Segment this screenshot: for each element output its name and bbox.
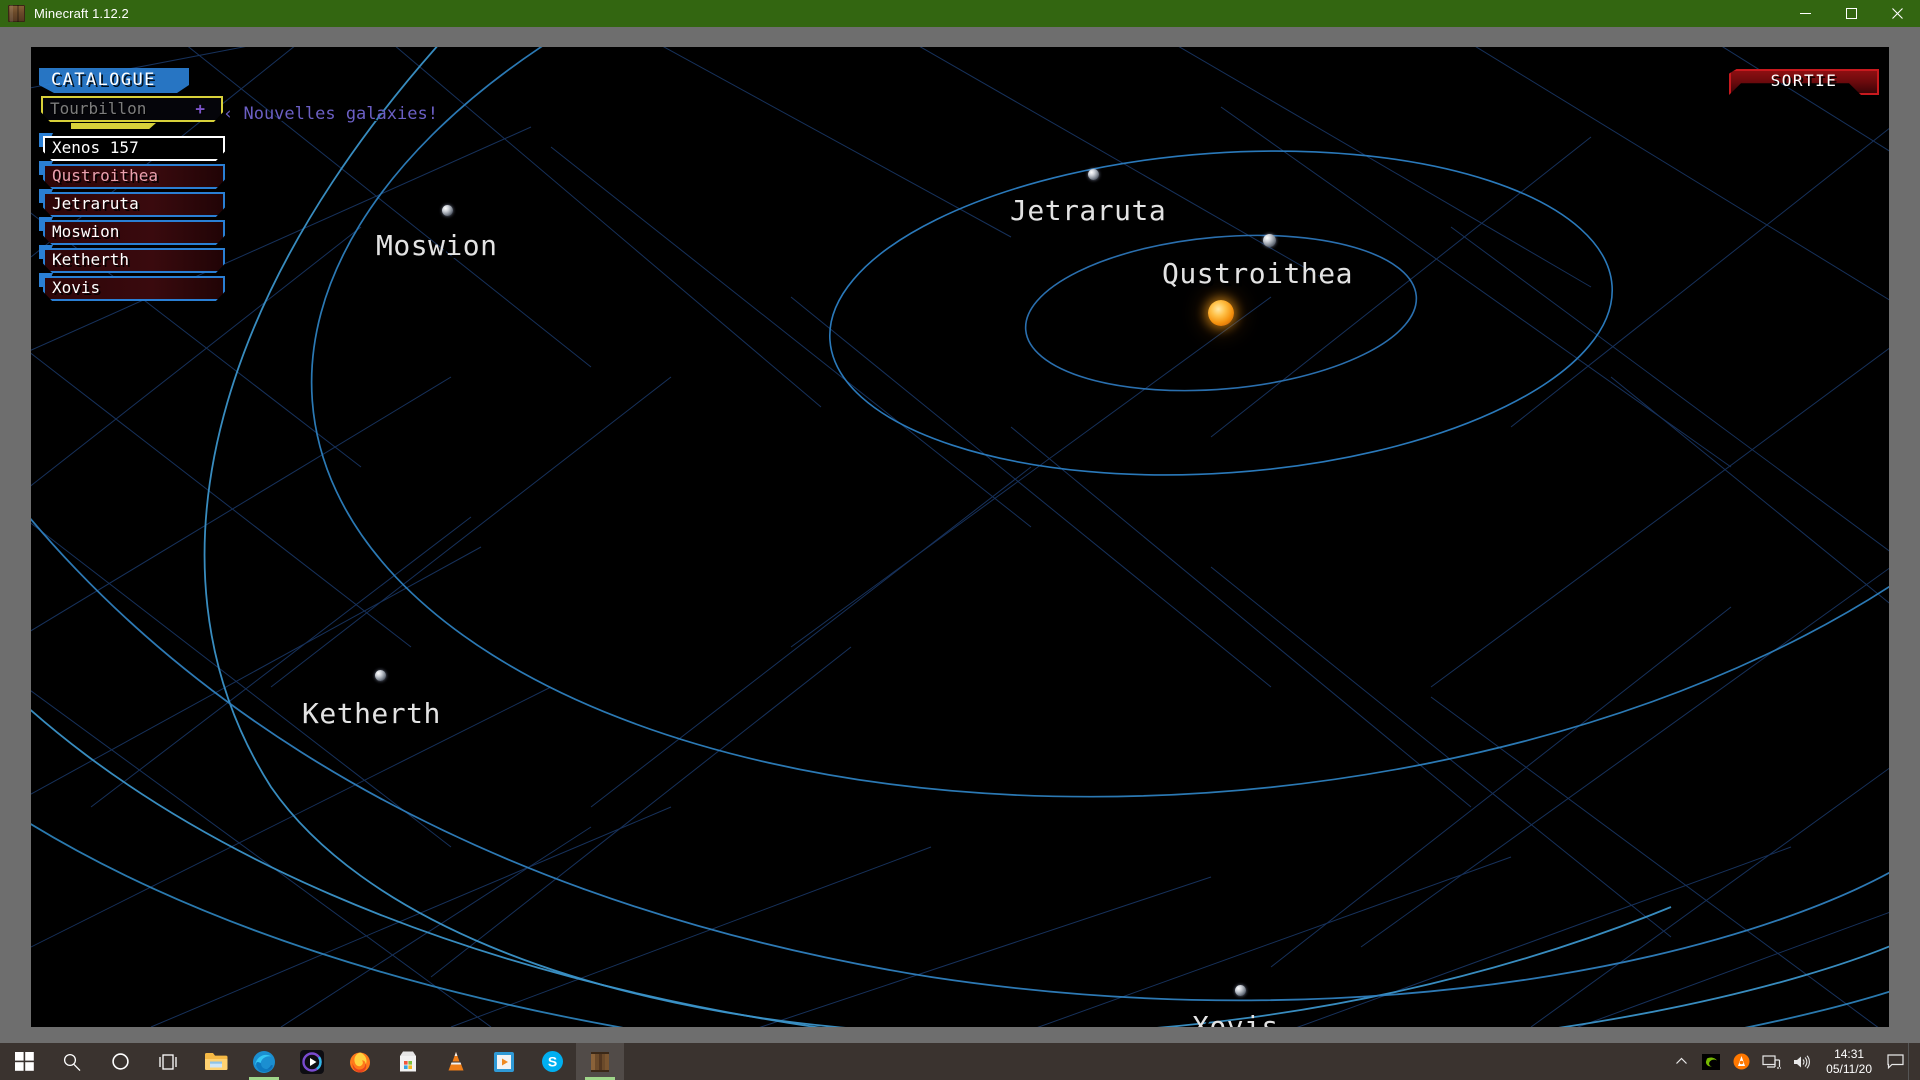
planet-xovis-label: Xovis [1192, 1010, 1279, 1027]
windows-taskbar[interactable]: S 14:31 05/11/20 [0, 1043, 1920, 1080]
galaxy-list-item-3[interactable]: Moswion [39, 217, 227, 247]
folder-icon [204, 1053, 227, 1070]
circle-icon [111, 1053, 129, 1070]
volume-icon[interactable] [1786, 1043, 1816, 1080]
clock-date: 05/11/20 [1826, 1061, 1872, 1076]
show-desktop-button[interactable] [1908, 1043, 1916, 1080]
desktop-background: CATALOGUE Tourbillon + Xenos 157 Qustroi… [0, 27, 1920, 1043]
search-icon [63, 1053, 81, 1071]
planet-qustroithea-dot[interactable] [1263, 234, 1276, 247]
add-galaxy-button[interactable]: + [195, 99, 205, 118]
play-circle-icon [300, 1049, 324, 1074]
speaker-icon [1793, 1054, 1810, 1069]
galaxy-list-item-5[interactable]: Xovis [39, 273, 227, 303]
galaxy-list-item-0[interactable]: Xenos 157 [39, 133, 227, 163]
galaxy-item-label: Jetraruta [52, 194, 139, 213]
catalogue-header: CATALOGUE [39, 68, 230, 93]
exit-button-label: SORTIE [1770, 71, 1838, 90]
nvidia-icon [1702, 1053, 1721, 1070]
exit-button[interactable]: SORTIE [1729, 69, 1879, 95]
firefox[interactable] [336, 1043, 384, 1080]
galaxy-list-item-1[interactable]: Qustroithea [39, 161, 227, 191]
minecraft[interactable] [576, 1043, 624, 1080]
file-explorer[interactable] [192, 1043, 240, 1080]
galaxy-list-item-2[interactable]: Jetraruta [39, 189, 227, 219]
galaxy-item-label: Qustroithea [52, 166, 158, 185]
planet-jetraruta-label: Jetraruta [1010, 194, 1167, 227]
galaxy-list[interactable]: Xenos 157 Qustroithea Jetraruta Moswion [39, 133, 227, 303]
cone-icon [448, 1052, 464, 1071]
svg-text:S: S [547, 1054, 556, 1070]
galaxy-search-row[interactable]: Tourbillon + [41, 96, 223, 129]
avast-antivirus-icon[interactable] [1726, 1043, 1756, 1080]
new-galaxies-link[interactable]: ‹ Nouvelles galaxies! [223, 104, 438, 124]
catalogue-panel[interactable]: CATALOGUE Tourbillon + Xenos 157 Qustroi… [35, 68, 230, 304]
edge-icon [253, 1050, 275, 1073]
taskbar-clock[interactable]: 14:31 05/11/20 [1816, 1047, 1882, 1077]
minecraft-block-icon [8, 5, 25, 22]
movies-tv[interactable] [480, 1043, 528, 1080]
galaxy-item-label: Xenos 157 [52, 138, 139, 157]
planet-ketherth-label: Ketherth [302, 697, 441, 730]
nvidia-settings-icon[interactable] [1696, 1043, 1726, 1080]
chevron-up-icon [1675, 1057, 1687, 1064]
minecraft-block-icon [591, 1051, 609, 1072]
microsoft-store[interactable] [384, 1043, 432, 1080]
window-controls [1782, 0, 1920, 27]
movies-icon [494, 1051, 514, 1072]
clock-time: 14:31 [1834, 1046, 1865, 1061]
action-center-button[interactable] [1882, 1043, 1908, 1080]
task-view-button[interactable] [144, 1043, 192, 1080]
star-xenos-157[interactable] [1208, 300, 1234, 326]
planet-moswion-label: Moswion [376, 229, 498, 262]
galaxy-search-value: Tourbillon [50, 99, 147, 118]
galaxy-item-label: Moswion [52, 222, 120, 241]
store-icon [400, 1051, 416, 1072]
firefox-icon [350, 1052, 370, 1072]
avast-icon [1733, 1053, 1750, 1070]
system-tray[interactable]: 14:31 05/11/20 [1666, 1043, 1920, 1080]
planet-moswion-dot[interactable] [442, 205, 453, 216]
galaxy-item-label: Xovis [52, 278, 101, 297]
close-button[interactable] [1874, 0, 1920, 27]
planet-jetraruta-dot[interactable] [1088, 169, 1099, 180]
search-underline-accent [71, 123, 156, 129]
task-view-icon [159, 1053, 177, 1070]
search-button[interactable] [48, 1043, 96, 1080]
notification-icon [1886, 1054, 1904, 1069]
network-icon [1762, 1054, 1781, 1069]
planet-qustroithea-label: Qustroithea [1162, 257, 1353, 290]
media-player[interactable] [288, 1043, 336, 1080]
cortana-button[interactable] [96, 1043, 144, 1080]
planet-ketherth-dot[interactable] [375, 670, 386, 681]
window-title: Minecraft 1.12.2 [34, 6, 129, 21]
title-bar-left: Minecraft 1.12.2 [0, 5, 129, 22]
maximize-button[interactable] [1828, 0, 1874, 27]
vlc-media-player[interactable] [432, 1043, 480, 1080]
galaxy-list-item-4[interactable]: Ketherth [39, 245, 227, 275]
minecraft-galaxy-map-screen[interactable]: CATALOGUE Tourbillon + Xenos 157 Qustroi… [31, 47, 1889, 1027]
star-grid-background [31, 47, 1889, 1027]
skype-icon: S [541, 1051, 563, 1072]
planet-xovis-dot[interactable] [1235, 985, 1246, 996]
minimize-button[interactable] [1782, 0, 1828, 27]
microsoft-edge[interactable] [240, 1043, 288, 1080]
windows-logo-icon [14, 1052, 34, 1071]
skype[interactable]: S [528, 1043, 576, 1080]
galaxy-item-label: Ketherth [52, 250, 130, 269]
show-hidden-icons-button[interactable] [1666, 1043, 1696, 1080]
start-button[interactable] [0, 1043, 48, 1080]
network-icon[interactable] [1756, 1043, 1786, 1080]
catalogue-title: CATALOGUE [51, 70, 156, 90]
window-title-bar[interactable]: Minecraft 1.12.2 [0, 0, 1920, 27]
